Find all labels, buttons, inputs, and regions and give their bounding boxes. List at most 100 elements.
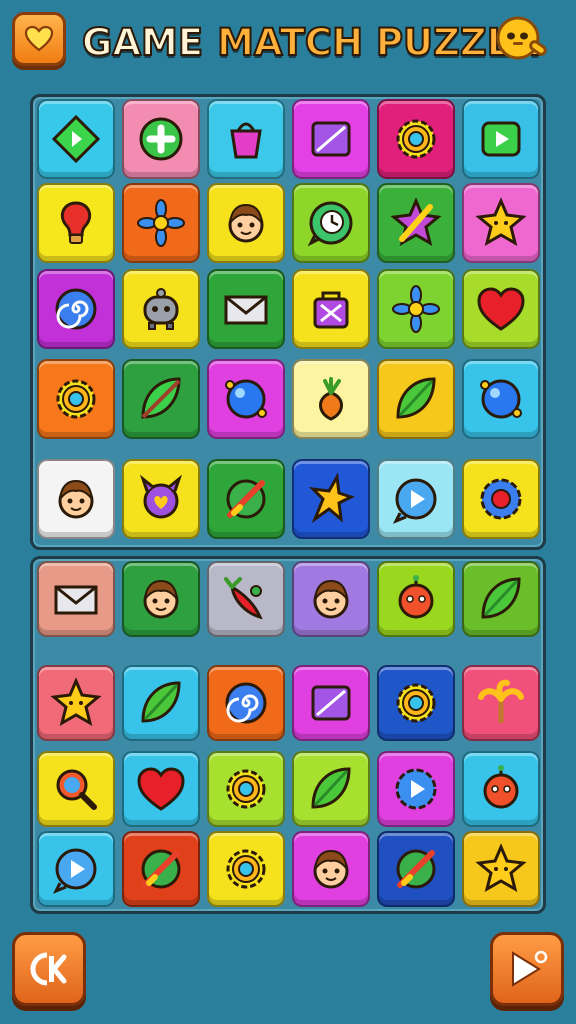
- play-button[interactable]: [490, 932, 564, 1006]
- play-bubble-icon: [392, 478, 437, 524]
- tile[interactable]: [292, 99, 370, 179]
- tile[interactable]: [37, 561, 115, 637]
- game-title: GAME MATCH PUZZLA: [81, 18, 540, 66]
- leaf-cross-icon: [141, 849, 181, 889]
- diamond-icon: [51, 114, 101, 164]
- orb-icon: [225, 379, 267, 419]
- tile[interactable]: [122, 183, 200, 263]
- gear-icon: [226, 769, 266, 809]
- tile[interactable]: [207, 561, 285, 637]
- tile[interactable]: [122, 665, 200, 741]
- tile[interactable]: [462, 99, 540, 179]
- tile[interactable]: [37, 183, 115, 263]
- tile[interactable]: [292, 665, 370, 741]
- tile[interactable]: [292, 459, 370, 539]
- lock-box-icon: [313, 291, 349, 329]
- tile[interactable]: [207, 183, 285, 263]
- star-cross-icon: [390, 197, 442, 247]
- tile[interactable]: [207, 269, 285, 349]
- tile[interactable]: [37, 665, 115, 741]
- tile[interactable]: [377, 269, 455, 349]
- tile[interactable]: [207, 665, 285, 741]
- restart-button[interactable]: [12, 932, 86, 1006]
- star-icon: [475, 843, 527, 893]
- leaf-icon: [481, 577, 521, 619]
- tile[interactable]: [462, 459, 540, 539]
- header-bar: GAME MATCH PUZZLA: [0, 0, 576, 86]
- tile[interactable]: [292, 751, 370, 827]
- face-icon: [313, 849, 349, 889]
- tile[interactable]: [292, 831, 370, 907]
- tile[interactable]: [37, 751, 115, 827]
- tile[interactable]: [462, 183, 540, 263]
- orb-icon: [480, 379, 522, 419]
- tile[interactable]: [37, 269, 115, 349]
- chili-icon: [224, 577, 263, 620]
- gear-icon: [396, 119, 436, 159]
- tile[interactable]: [462, 359, 540, 439]
- tile[interactable]: [292, 183, 370, 263]
- tile[interactable]: [37, 359, 115, 439]
- tile[interactable]: [122, 831, 200, 907]
- title-word-match: MATCH PUZZLA: [216, 20, 540, 65]
- tile[interactable]: [377, 459, 455, 539]
- tile[interactable]: [37, 459, 115, 539]
- tile[interactable]: [207, 359, 285, 439]
- flower-icon: [392, 285, 440, 333]
- tile[interactable]: [122, 99, 200, 179]
- title-word-game: GAME: [81, 20, 204, 65]
- mascot-button[interactable]: [494, 12, 550, 68]
- bulb-icon: [60, 201, 92, 244]
- robot-icon: [143, 288, 179, 330]
- tile[interactable]: [462, 665, 540, 741]
- tile[interactable]: [122, 751, 200, 827]
- tile[interactable]: [377, 183, 455, 263]
- tile[interactable]: [207, 751, 285, 827]
- play-gear-icon: [395, 768, 437, 810]
- spiral-icon: [225, 682, 267, 724]
- tile[interactable]: [122, 359, 200, 439]
- tile[interactable]: [292, 269, 370, 349]
- restart-icon: [30, 952, 67, 986]
- heart-icon: [24, 25, 54, 52]
- card-icon: [311, 685, 351, 721]
- tile[interactable]: [207, 459, 285, 539]
- leaf-icon: [311, 767, 351, 809]
- gear-heart-icon: [480, 478, 522, 520]
- chat-clock-icon: [307, 201, 353, 247]
- tile[interactable]: [462, 561, 540, 637]
- tile[interactable]: [122, 269, 200, 349]
- horn-heart-icon: [139, 474, 183, 519]
- tile[interactable]: [462, 269, 540, 349]
- heart-icon: [477, 287, 525, 331]
- tile[interactable]: [292, 561, 370, 637]
- tile[interactable]: [462, 751, 540, 827]
- tile[interactable]: [377, 359, 455, 439]
- tile[interactable]: [377, 751, 455, 827]
- envelope-icon: [54, 585, 98, 615]
- heart-icon: [137, 767, 185, 811]
- tile[interactable]: [377, 665, 455, 741]
- tile[interactable]: [462, 831, 540, 907]
- star-icon: [50, 677, 102, 727]
- leaf-icon: [396, 377, 436, 419]
- leaf-cross-icon: [226, 479, 266, 519]
- tile[interactable]: [122, 459, 200, 539]
- bag-icon: [230, 122, 262, 159]
- critter-icon: [398, 575, 434, 619]
- tile[interactable]: [207, 831, 285, 907]
- tile[interactable]: [292, 359, 370, 439]
- game-board-bottom: [30, 556, 546, 914]
- gear-icon: [396, 683, 436, 723]
- tile[interactable]: [37, 831, 115, 907]
- tile[interactable]: [377, 99, 455, 179]
- favorite-button[interactable]: [12, 12, 66, 66]
- magnifier-icon: [56, 769, 97, 810]
- tile[interactable]: [377, 561, 455, 637]
- tile[interactable]: [207, 99, 285, 179]
- gear-icon: [56, 379, 96, 419]
- flower-icon: [137, 199, 185, 247]
- tile[interactable]: [377, 831, 455, 907]
- tile[interactable]: [37, 99, 115, 179]
- tile[interactable]: [122, 561, 200, 637]
